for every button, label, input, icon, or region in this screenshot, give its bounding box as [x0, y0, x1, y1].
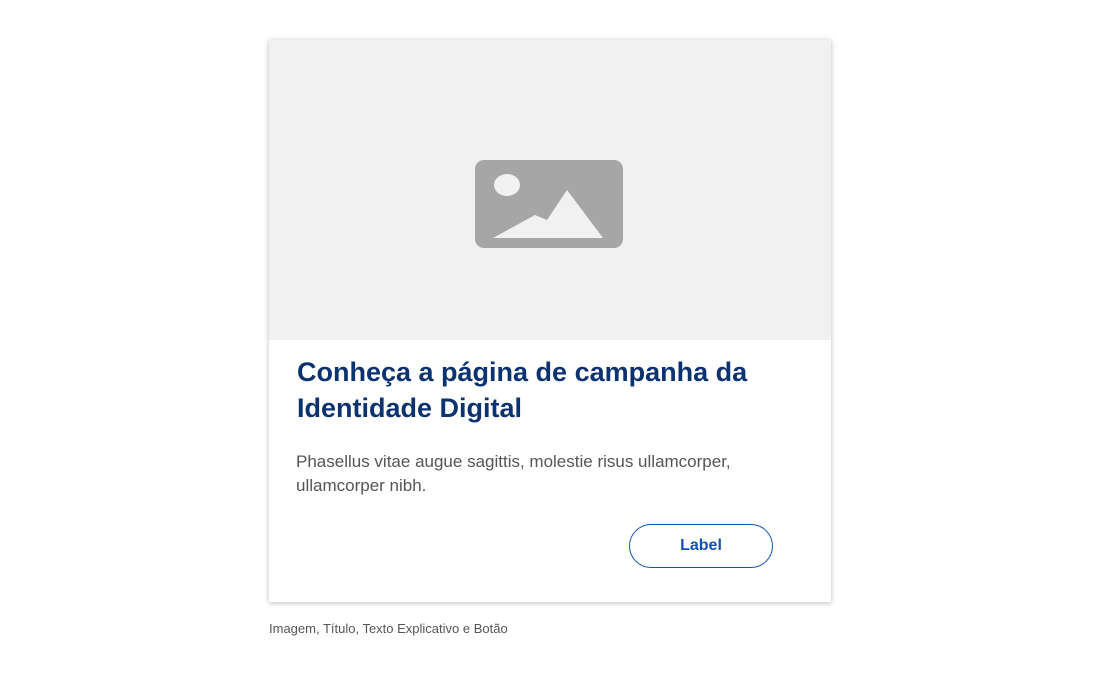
card-action-button[interactable]: Label [629, 524, 773, 568]
card-title: Conheça a página de campanha da Identida… [297, 357, 748, 423]
card-image [269, 40, 831, 340]
image-placeholder-icon [475, 160, 623, 248]
card: Conheça a página de campanha da Identida… [269, 40, 831, 602]
card-text: Phasellus vitae augue sagittis, molestie… [296, 452, 731, 495]
page: Conheça a página de campanha da Identida… [0, 0, 1100, 673]
caption: Imagem, Título, Texto Explicativo e Botã… [269, 621, 508, 636]
